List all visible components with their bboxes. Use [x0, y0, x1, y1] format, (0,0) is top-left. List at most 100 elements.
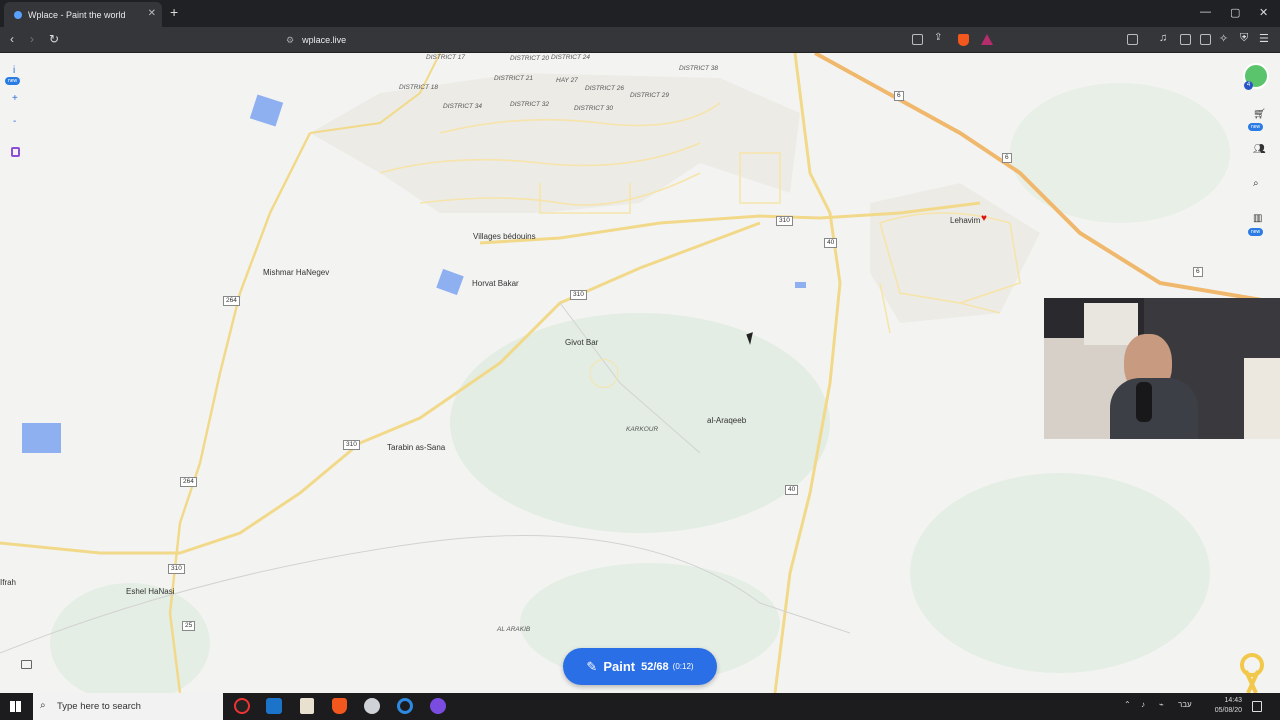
webcam-overlay — [1044, 298, 1280, 439]
file-explorer-icon[interactable] — [300, 698, 314, 714]
map-label: DISTRICT 32 — [510, 101, 550, 108]
cast-icon[interactable] — [912, 34, 923, 45]
tab-title: Wplace - Paint the world — [28, 9, 126, 20]
search-icon: ⌕ — [40, 700, 46, 711]
painted-pixel-area — [795, 282, 806, 288]
map-label: DISTRICT 24 — [551, 54, 591, 61]
map-label: KARKOUR — [626, 426, 659, 433]
road-shield: 310 — [776, 216, 793, 226]
steam-icon[interactable] — [266, 698, 282, 714]
clock-time: 14:43 — [1224, 697, 1242, 704]
painted-pixel-area — [22, 423, 61, 453]
map-label: Horvat Bakar — [472, 279, 519, 288]
level-badge: 4 — [1244, 81, 1253, 90]
brush-icon: ✎ — [586, 658, 598, 674]
twitch-icon[interactable] — [11, 147, 20, 157]
map-label: Lehavim — [950, 216, 981, 225]
browser-toolbar: ‹ › ↻ ▯ ⚙ wplace.live ⇪ ♫ ✧ ⛨ ☰ — [0, 27, 1280, 53]
sidebar-icon[interactable] — [1180, 34, 1191, 45]
reload-icon[interactable]: ↻ — [49, 32, 59, 46]
discord-icon[interactable] — [430, 698, 446, 714]
taskbar-search-input[interactable]: ⌕ Type here to search — [33, 693, 223, 720]
map-label: DISTRICT 21 — [494, 75, 534, 82]
road-shield: 40 — [824, 238, 838, 248]
search-placeholder: Type here to search — [57, 701, 141, 712]
road-shield: 6 — [894, 91, 904, 101]
site-settings-icon[interactable]: ⚙ — [286, 35, 294, 46]
windows-start-icon[interactable] — [10, 701, 21, 712]
back-icon[interactable]: ‹ — [10, 32, 14, 46]
clock-date: 05/08/20 — [1214, 707, 1242, 714]
road-shield: 25 — [182, 621, 196, 631]
map-label: Mishmar HaNegev — [263, 268, 330, 277]
language-indicator[interactable]: עבר — [1178, 700, 1192, 709]
share-icon[interactable]: ⇪ — [934, 32, 942, 43]
map-label: DISTRICT 38 — [679, 65, 719, 72]
map-label: Eshel HaNasi — [126, 587, 175, 596]
road-shield: 6 — [1002, 153, 1012, 163]
search-pixel-icon[interactable]: ⌕ — [1253, 178, 1266, 189]
leaderboard-icon[interactable]: ▥ — [1253, 213, 1266, 224]
network-icon[interactable]: ⌁ — [1159, 700, 1164, 709]
road-shield: 310 — [570, 290, 587, 300]
new-badge: new — [1248, 228, 1264, 236]
screenshot-icon[interactable] — [1127, 34, 1138, 45]
zoom-out-button[interactable]: - — [13, 116, 16, 127]
road-shield: 310 — [168, 564, 185, 574]
map-label: DISTRICT 29 — [630, 92, 670, 99]
map-label: al-Araqeeb — [707, 416, 747, 425]
road-shield: 264 — [223, 296, 240, 306]
browser-tab[interactable]: Wplace - Paint the world ✕ — [4, 2, 162, 27]
tray-chevron-icon[interactable]: ⌃ — [1124, 700, 1131, 709]
paint-button[interactable]: ✎ Paint 52/68 (0:12) — [563, 648, 717, 685]
clock[interactable]: 14:43 05/08/20 — [1202, 696, 1242, 716]
alliance-icon[interactable]: 👥︎ — [1253, 144, 1266, 155]
browser-tab-bar: Wplace - Paint the world ✕ + — ▢ ✕ — [0, 0, 1280, 27]
cortana-icon[interactable] — [397, 698, 413, 714]
mic-tray-icon[interactable]: ♪ — [1141, 700, 1145, 709]
notifications-icon[interactable] — [1252, 701, 1262, 712]
close-window-icon[interactable]: ✕ — [1259, 6, 1268, 19]
maximize-icon[interactable]: ▢ — [1230, 6, 1240, 19]
map-label: DISTRICT 26 — [585, 85, 625, 92]
windows-taskbar: ⌕ Type here to search ⌃ ♪ ⌁ עבר 14:43 05… — [0, 693, 1280, 720]
road-shield: 40 — [785, 485, 799, 495]
media-icon[interactable]: ♫ — [1159, 32, 1167, 44]
zoom-in-button[interactable]: + — [12, 93, 18, 104]
paint-charges: 52/68 — [641, 660, 669, 673]
map-label: Givot Bar — [565, 338, 599, 347]
new-tab-icon[interactable]: + — [170, 4, 178, 20]
close-tab-icon[interactable]: ✕ — [148, 8, 156, 19]
brave-rewards-icon[interactable] — [981, 34, 993, 45]
new-badge: new — [5, 77, 21, 85]
menu-icon[interactable]: ☰ — [1259, 32, 1269, 45]
heart-marker-icon: ♥ — [981, 213, 987, 224]
vpn-icon[interactable]: ⛨ — [1240, 32, 1248, 45]
map-label: DISTRICT 34 — [443, 103, 483, 110]
brave-shield-icon[interactable] — [958, 34, 969, 46]
wallet-icon[interactable] — [1200, 34, 1211, 45]
address-bar[interactable]: ⚙ wplace.live — [250, 30, 1020, 50]
map-label: DISTRICT 20 — [510, 55, 550, 62]
paint-label: Paint — [603, 659, 636, 674]
road-shield: 310 — [343, 440, 360, 450]
new-badge: new — [1248, 123, 1264, 131]
app-icon[interactable] — [364, 698, 380, 714]
map-label: AL ARAKIB — [497, 626, 531, 633]
forward-icon[interactable]: › — [30, 32, 34, 46]
site-favicon-icon — [14, 10, 22, 19]
obs-icon[interactable] — [234, 698, 250, 714]
minimize-icon[interactable]: — — [1200, 6, 1211, 18]
brave-browser-icon[interactable] — [332, 698, 347, 714]
shop-cart-icon[interactable]: 🛒︎ — [1253, 109, 1266, 120]
map-layers-icon[interactable] — [21, 660, 32, 669]
info-button[interactable]: i — [13, 65, 15, 76]
microphone-icon — [1136, 382, 1152, 422]
map-label: Ifrah — [0, 578, 17, 587]
map-label: DISTRICT 30 — [574, 105, 614, 112]
map-label: HAY 27 — [556, 77, 578, 84]
map-label: Villages bédouins — [473, 232, 536, 241]
leo-ai-icon[interactable]: ✧ — [1219, 32, 1228, 45]
map-label: DISTRICT 17 — [426, 54, 466, 61]
map-label: DISTRICT 18 — [399, 84, 439, 91]
